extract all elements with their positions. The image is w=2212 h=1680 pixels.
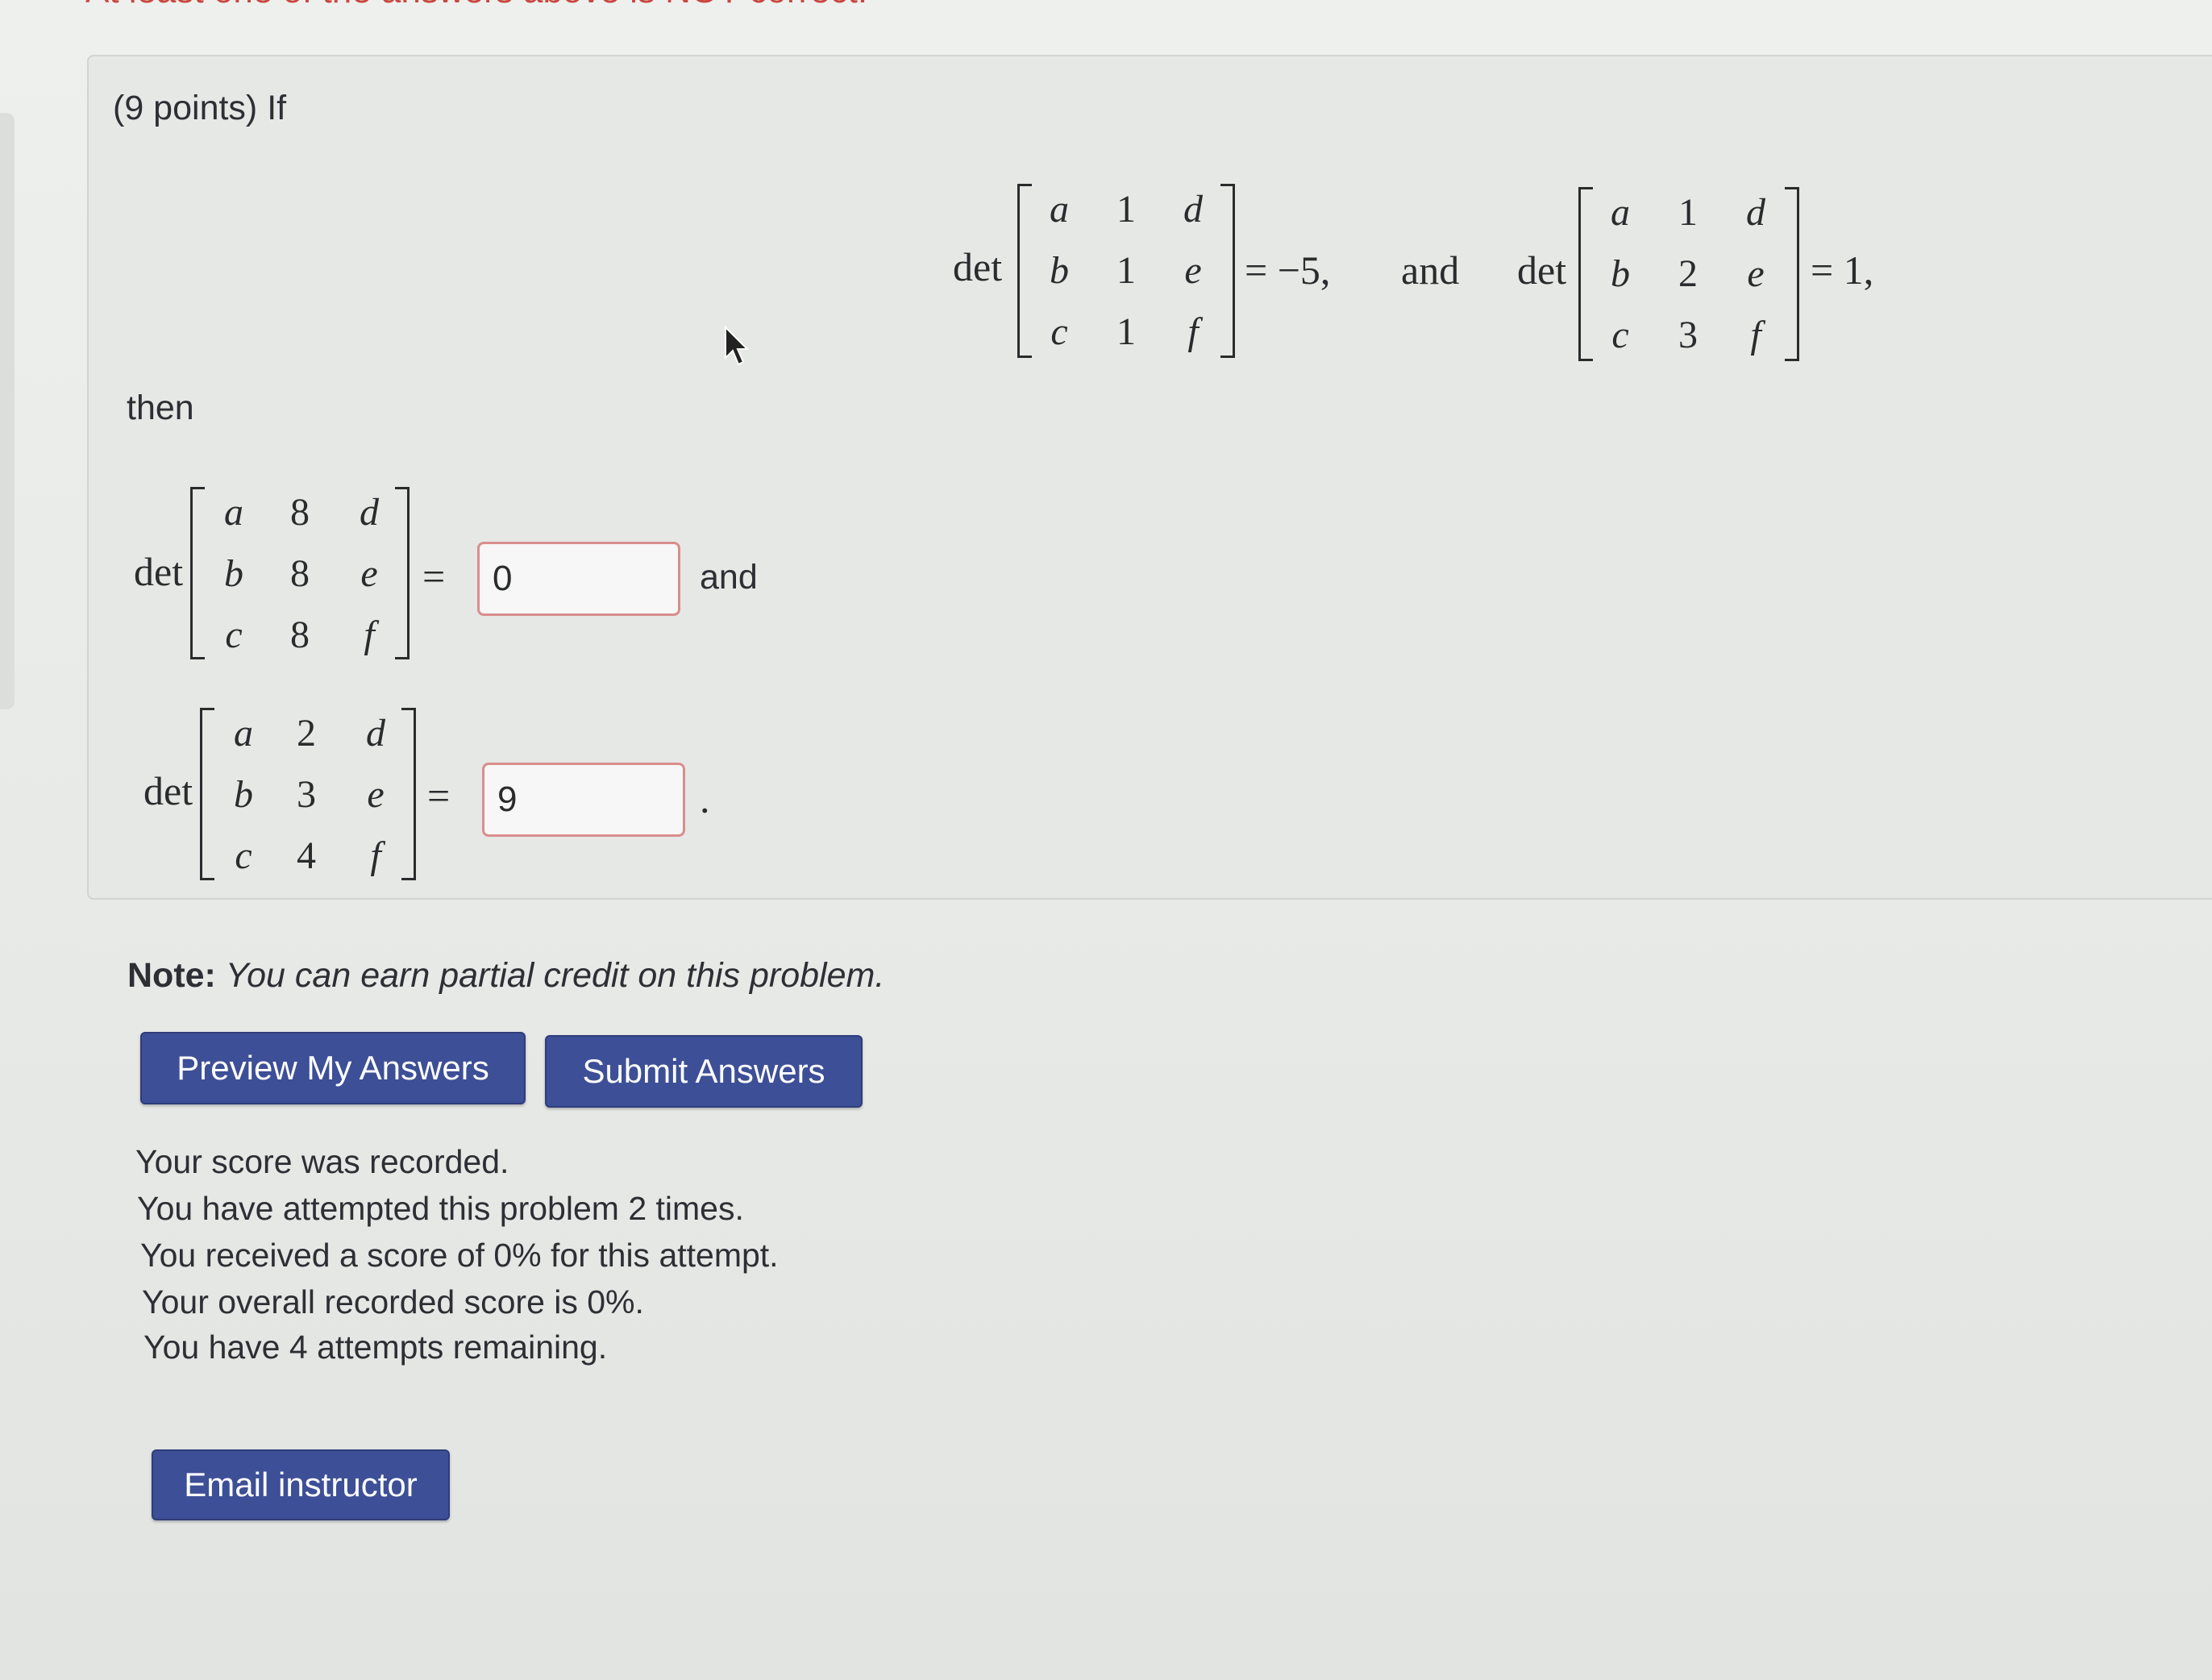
matrix-cell: 1 (1116, 249, 1136, 292)
matrix-cell: c (1050, 310, 1068, 353)
matrix-cell: e (367, 773, 385, 816)
matrix-cell: f (1750, 314, 1761, 356)
matrix-cell: f (364, 613, 375, 656)
given-matrix-2: a 1 d b 2 e c 3 f (1578, 187, 1799, 361)
matrix-cell: b (224, 552, 243, 595)
page: At least one of the answers above is NOT… (0, 0, 2212, 1680)
q1-after-text: and (700, 558, 758, 597)
given-result-2: = 1, (1811, 247, 1874, 293)
matrix-cell: d (360, 491, 379, 534)
feedback-message: At least one of the answers above is NOT… (85, 0, 867, 11)
given-det-label-1: det (953, 244, 1003, 289)
q1-equals: = (422, 554, 446, 599)
matrix-cell: 8 (290, 552, 310, 595)
given-result-1: = −5, (1245, 247, 1331, 293)
problem-intro: (9 points) If (113, 89, 287, 127)
matrix-cell: 4 (297, 834, 316, 877)
given-conjunction: and (1401, 247, 1460, 293)
q2-equals: = (427, 773, 451, 818)
matrix-cell: c (1611, 314, 1629, 356)
preview-answers-button[interactable]: Preview My Answers (140, 1032, 526, 1104)
q1-matrix: a 8 d b 8 e c 8 f (190, 487, 410, 659)
matrix-cell: a (234, 712, 253, 755)
q1-det-label: det (134, 549, 184, 594)
matrix-cell: f (1187, 310, 1199, 353)
matrix-cell: b (1050, 249, 1069, 292)
matrix-cell: c (235, 834, 252, 877)
matrix-cell: 1 (1116, 310, 1136, 353)
note-label: Note: (127, 956, 216, 995)
matrix-cell: 2 (297, 712, 316, 755)
matrix-cell: c (225, 613, 243, 656)
mouse-cursor-icon (725, 326, 750, 366)
answer-input-1[interactable] (477, 542, 680, 616)
matrix-cell: d (366, 712, 385, 755)
matrix-cell: e (1747, 252, 1765, 295)
matrix-cell: d (1746, 191, 1765, 234)
then-label: then (127, 389, 194, 427)
given-det-label-2: det (1517, 247, 1567, 293)
matrix-cell: e (1184, 249, 1202, 292)
email-instructor-button[interactable]: Email instructor (152, 1449, 450, 1520)
answer-input-2[interactable] (482, 763, 685, 837)
matrix-cell: 8 (290, 613, 310, 656)
matrix-cell: 3 (1678, 314, 1698, 356)
matrix-cell: a (1050, 188, 1069, 231)
note: Note: You can earn partial credit on thi… (127, 956, 884, 996)
matrix-cell: e (360, 552, 378, 595)
given-matrix-1: a 1 d b 1 e c 1 f (1017, 184, 1235, 358)
matrix-cell: 1 (1116, 188, 1136, 231)
note-text: You can earn partial credit on this prob… (225, 956, 885, 995)
scroll-edge (0, 113, 15, 709)
matrix-cell: 3 (297, 773, 316, 816)
status-line: You have attempted this problem 2 times. (137, 1190, 744, 1227)
q2-matrix: a 2 d b 3 e c 4 f (200, 708, 416, 880)
matrix-cell: 8 (290, 491, 310, 534)
status-line: Your score was recorded. (135, 1143, 509, 1180)
matrix-cell: a (1611, 191, 1630, 234)
matrix-cell: 1 (1678, 191, 1698, 234)
status-line: Your overall recorded score is 0%. (142, 1283, 644, 1320)
matrix-cell: a (224, 491, 243, 534)
submit-answers-button[interactable]: Submit Answers (545, 1035, 863, 1108)
status-line: You have 4 attempts remaining. (143, 1329, 608, 1366)
matrix-cell: f (370, 834, 381, 877)
q2-det-label: det (143, 768, 193, 813)
matrix-cell: b (234, 773, 253, 816)
matrix-cell: 2 (1678, 252, 1698, 295)
q2-after-text: . (700, 776, 710, 821)
matrix-cell: b (1611, 252, 1630, 295)
matrix-cell: d (1183, 188, 1203, 231)
status-line: You received a score of 0% for this atte… (140, 1237, 779, 1274)
